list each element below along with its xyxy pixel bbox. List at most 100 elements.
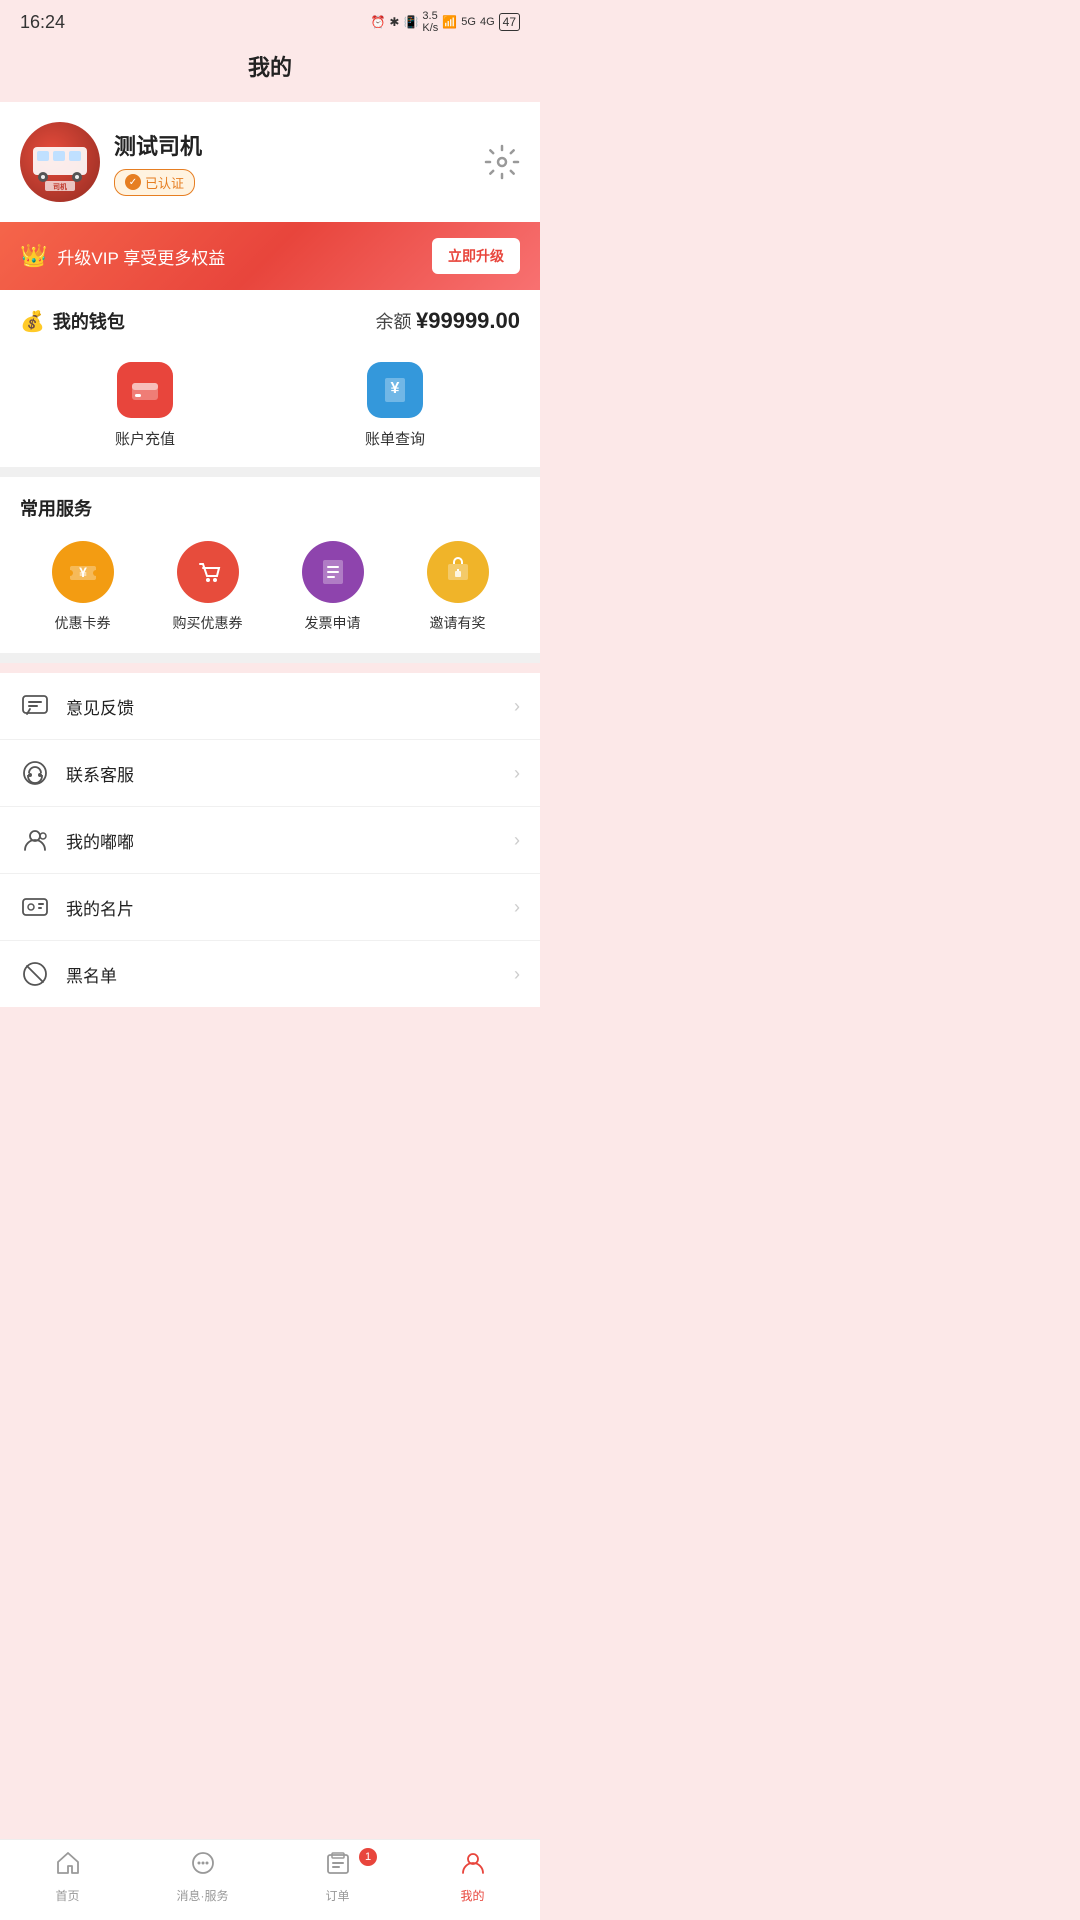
wallet-balance-label: 余额 [376,312,412,332]
card-arrow: › [514,897,520,918]
vip-banner: 👑 升级VIP 享受更多权益 立即升级 [0,222,540,290]
support-icon [20,758,50,788]
page-title: 我的 [0,40,540,102]
wallet-recharge-button[interactable]: 账户充值 [20,362,270,449]
status-bar: 16:24 ⏰ ✱ 📳 3.5K/s 📶 5G 4G 47 [0,0,540,40]
services-grid: ¥ 优惠卡券 购买优惠券 [20,541,520,633]
buy-coupon-label: 购买优惠券 [173,613,243,633]
svg-text:¥: ¥ [79,564,87,580]
coupon-label: 优惠卡券 [55,613,111,633]
nav-orders[interactable]: 1 订单 [270,1850,405,1904]
menu-feedback-left: 意见反馈 [20,691,134,721]
avatar-image: 司机 [25,127,95,197]
section-divider-1 [0,467,540,477]
vibrate-icon: 📳 [403,15,418,29]
nav-home[interactable]: 首页 [0,1850,135,1904]
profile-section: 司机 测试司机 ✓ 已认证 [0,102,540,222]
settings-button[interactable] [484,144,520,180]
section-divider-2 [0,653,540,663]
menu-card[interactable]: 我的名片 › [0,874,540,941]
menu-support[interactable]: 联系客服 › [0,740,540,807]
messages-icon [190,1850,216,1883]
orders-icon [325,1850,351,1883]
nav-orders-label: 订单 [325,1887,349,1904]
avatar: 司机 [20,122,100,202]
speed-icon: 3.5K/s [422,10,438,34]
signal-4g-icon: 4G [480,16,495,28]
blacklist-icon [20,959,50,989]
nunu-label: 我的嘟嘟 [66,828,134,853]
wallet-balance-amount: ¥99999.00 [416,308,520,333]
service-invoice[interactable]: 发票申请 [270,541,395,633]
recharge-label: 账户充值 [115,428,175,449]
verified-badge: ✓ 已认证 [114,169,195,196]
verified-icon: ✓ [125,174,141,190]
buy-coupon-icon [177,541,239,603]
support-arrow: › [514,763,520,784]
wallet-bill-button[interactable]: ¥ 账单查询 [270,362,520,449]
services-title: 常用服务 [20,495,520,521]
bill-label: 账单查询 [365,428,425,449]
svg-text:司机: 司机 [53,182,67,191]
service-coupon[interactable]: ¥ 优惠卡券 [20,541,145,633]
wallet-title: 我的钱包 [53,308,125,334]
avatar-inner: 司机 [20,122,100,202]
vip-banner-text: 升级VIP 享受更多权益 [57,244,225,269]
nav-mine[interactable]: 我的 [405,1850,540,1904]
wallet-icon: 💰 [20,309,45,334]
bottom-nav: 首页 消息·服务 1 订单 [0,1839,540,1920]
menu-section: 意见反馈 › 联系客服 › [0,673,540,1007]
alarm-icon: ⏰ [370,15,385,29]
wallet-actions: 账户充值 ¥ 账单查询 [20,352,520,449]
coupon-icon: ¥ [52,541,114,603]
main-content: 司机 测试司机 ✓ 已认证 👑 升级VIP 享受更多权益 [0,102,540,1087]
vip-crown-icon: 👑 [20,243,47,269]
battery-indicator: 47 [499,13,520,31]
menu-feedback[interactable]: 意见反馈 › [0,673,540,740]
menu-card-left: 我的名片 [20,892,134,922]
wallet-balance-area: 余额 ¥99999.00 [376,308,520,334]
invite-label: 邀请有奖 [430,613,486,633]
nunu-arrow: › [514,830,520,851]
profile-info: 测试司机 ✓ 已认证 [114,129,202,196]
blacklist-label: 黑名单 [66,962,117,987]
menu-blacklist-left: 黑名单 [20,959,117,989]
wallet-header: 💰 我的钱包 余额 ¥99999.00 [20,308,520,334]
status-icons: ⏰ ✱ 📳 3.5K/s 📶 5G 4G 47 [370,10,520,34]
wallet-section: 💰 我的钱包 余额 ¥99999.00 账户充值 [0,290,540,467]
bluetooth-icon: ✱ [389,15,399,29]
mine-icon [460,1850,486,1883]
card-icon [20,892,50,922]
support-label: 联系客服 [66,761,134,786]
feedback-icon [20,691,50,721]
menu-nunu-left: 我的嘟嘟 [20,825,134,855]
profile-name: 测试司机 [114,129,202,161]
nav-messages[interactable]: 消息·服务 [135,1850,270,1904]
card-label: 我的名片 [66,895,134,920]
vip-upgrade-button[interactable]: 立即升级 [432,238,520,274]
profile-left: 司机 测试司机 ✓ 已认证 [20,122,202,202]
menu-nunu[interactable]: 我的嘟嘟 › [0,807,540,874]
menu-support-left: 联系客服 [20,758,134,788]
svg-text:¥: ¥ [391,380,400,397]
status-time: 16:24 [20,12,65,33]
orders-badge: 1 [359,1848,377,1866]
wifi-icon: 📶 [442,15,457,29]
bill-icon: ¥ [367,362,423,418]
wallet-title-area: 💰 我的钱包 [20,308,125,334]
feedback-label: 意见反馈 [66,694,134,719]
nav-mine-label: 我的 [460,1887,484,1904]
home-icon [55,1850,81,1883]
invoice-label: 发票申请 [305,613,361,633]
invoice-icon [302,541,364,603]
recharge-icon [117,362,173,418]
services-section: 常用服务 ¥ 优惠卡券 [0,477,540,653]
blacklist-arrow: › [514,964,520,985]
nav-home-label: 首页 [55,1887,79,1904]
nav-messages-label: 消息·服务 [177,1887,229,1904]
menu-blacklist[interactable]: 黑名单 › [0,941,540,1007]
feedback-arrow: › [514,696,520,717]
service-buy-coupon[interactable]: 购买优惠券 [145,541,270,633]
nunu-icon [20,825,50,855]
service-invite[interactable]: 邀请有奖 [395,541,520,633]
